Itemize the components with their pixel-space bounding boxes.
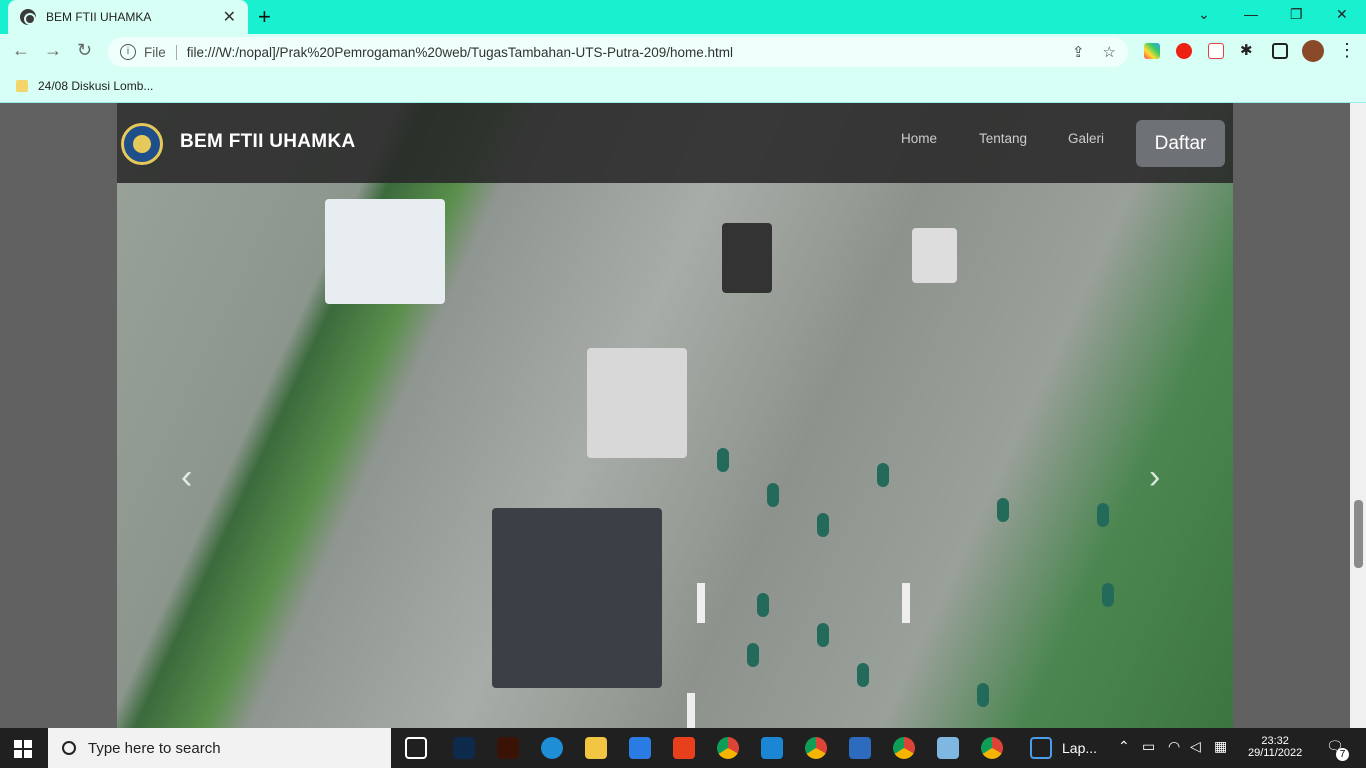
nav-home[interactable]: Home [901, 131, 937, 146]
office-icon[interactable] [673, 737, 695, 759]
mail-icon[interactable] [629, 737, 651, 759]
tab-search-icon[interactable]: ⌄ [1198, 6, 1210, 23]
search-placeholder: Type here to search [88, 739, 221, 757]
task-view-icon[interactable] [405, 737, 427, 759]
photoshop-icon[interactable] [453, 737, 475, 759]
back-icon[interactable]: ← [12, 40, 30, 61]
car [912, 228, 957, 283]
minimize-icon[interactable]: — [1244, 6, 1258, 22]
extensions-puzzle-icon[interactable]: ✱ [1240, 41, 1256, 59]
rider [767, 483, 779, 507]
scrollbar-thumb[interactable] [1354, 500, 1363, 568]
carousel-prev-button[interactable]: ‹ [181, 458, 192, 497]
keyboard-icon[interactable]: ▦ [1214, 738, 1227, 755]
close-tab-icon[interactable]: ✕ [223, 7, 236, 27]
bookmarks-bar: 24/08 Diskusi Lomb... [0, 70, 1366, 103]
close-window-icon[interactable]: ✕ [1336, 6, 1348, 23]
lane-marking [687, 693, 695, 728]
chrome-profile-icon[interactable] [981, 737, 1003, 759]
rider [817, 513, 829, 537]
rider [877, 463, 889, 487]
tray-chevron-icon[interactable]: ⌃ [1118, 738, 1130, 755]
url-text[interactable]: file:///W:/nopal]/Prak%20Pemrogaman%20we… [187, 45, 733, 60]
extension-color-icon[interactable] [1144, 43, 1160, 59]
chrome-profile-icon[interactable] [805, 737, 827, 759]
illustrator-icon[interactable] [497, 737, 519, 759]
side-panel-icon[interactable] [1272, 43, 1288, 59]
rider [717, 448, 729, 472]
battery-icon[interactable]: ▭ [1142, 738, 1155, 755]
profile-avatar[interactable] [1302, 40, 1324, 62]
chrome-icon[interactable] [717, 737, 739, 759]
rider [997, 498, 1009, 522]
rider [1097, 503, 1109, 527]
bus [325, 199, 445, 304]
forward-icon[interactable]: → [44, 40, 62, 61]
rider [1102, 583, 1114, 607]
browser-tab[interactable]: BEM FTII UHAMKA ✕ [8, 0, 248, 34]
hero-carousel-image: ‹ › [117, 103, 1233, 728]
browser-window: BEM FTII UHAMKA ✕ + ⌄ — ❐ ✕ ← → ↻ i File… [0, 0, 1366, 103]
site-navbar: BEM FTII UHAMKA Home Tentang Galeri Daft… [117, 103, 1233, 183]
uhamka-logo[interactable] [121, 123, 163, 165]
vscode-icon[interactable] [761, 737, 783, 759]
document-icon[interactable] [1030, 737, 1052, 759]
clock-date: 29/11/2022 [1248, 747, 1303, 759]
taskbar-app-label[interactable]: Lap... [1062, 740, 1097, 756]
restore-icon[interactable]: ❐ [1290, 6, 1303, 23]
extension-opera-icon[interactable] [1176, 43, 1192, 59]
rider [977, 683, 989, 707]
carousel-next-button[interactable]: › [1149, 458, 1160, 497]
menu-kebab-icon[interactable]: ⋮ [1338, 40, 1356, 61]
extension-t-icon[interactable] [1208, 43, 1224, 59]
bookmark-item[interactable]: 24/08 Diskusi Lomb... [38, 79, 153, 93]
rider [857, 663, 869, 687]
search-icon [62, 741, 76, 755]
rider [817, 623, 829, 647]
site-brand[interactable]: BEM FTII UHAMKA [180, 131, 355, 153]
file-explorer-icon[interactable] [585, 737, 607, 759]
tab-strip: BEM FTII UHAMKA ✕ + ⌄ — ❐ ✕ [0, 0, 1366, 34]
wifi-icon[interactable]: ◠ [1168, 738, 1180, 755]
volume-icon[interactable]: ◁ [1190, 738, 1201, 755]
page-viewport: ‹ › BEM FTII UHAMKA Home Tentang Galeri … [0, 103, 1366, 728]
clock[interactable]: 23:32 29/11/2022 [1248, 735, 1302, 759]
nav-tentang[interactable]: Tentang [979, 131, 1027, 146]
globe-icon [20, 9, 36, 25]
lane-marking [902, 583, 910, 623]
rider [747, 643, 759, 667]
chrome-profile-icon[interactable] [893, 737, 915, 759]
page-scrollbar[interactable] [1350, 103, 1366, 728]
site-info-icon[interactable]: i [120, 44, 136, 60]
nav-galeri[interactable]: Galeri [1068, 131, 1104, 146]
address-bar[interactable]: i File file:///W:/nopal]/Prak%20Pemrogam… [108, 37, 1128, 67]
edge-icon[interactable] [541, 737, 563, 759]
new-tab-button[interactable]: + [258, 4, 271, 30]
truck [722, 223, 772, 293]
daftar-button[interactable]: Daftar [1136, 120, 1225, 167]
notification-count-badge: 7 [1336, 748, 1349, 761]
truck [492, 508, 662, 688]
tab-title: BEM FTII UHAMKA [46, 10, 152, 24]
url-scheme-label: File [144, 44, 177, 60]
folder-icon [16, 80, 28, 92]
windows-start-icon[interactable] [14, 740, 32, 758]
browser-toolbar: ← → ↻ i File file:///W:/nopal]/Prak%20Pe… [0, 34, 1366, 70]
notepad-icon[interactable] [937, 737, 959, 759]
reload-icon[interactable]: ↻ [77, 40, 92, 61]
photos-icon[interactable] [849, 737, 871, 759]
taskbar-search[interactable]: Type here to search [48, 728, 391, 768]
rider [757, 593, 769, 617]
lane-marking [697, 583, 705, 623]
share-icon[interactable]: ⇪ [1072, 43, 1085, 61]
clock-time: 23:32 [1261, 735, 1289, 747]
truck [587, 348, 687, 458]
bookmark-star-icon[interactable]: ☆ [1103, 43, 1116, 61]
windows-taskbar: Type here to search Lap... ⌃ ▭ ◠ ◁ ▦ 23:… [0, 728, 1366, 768]
